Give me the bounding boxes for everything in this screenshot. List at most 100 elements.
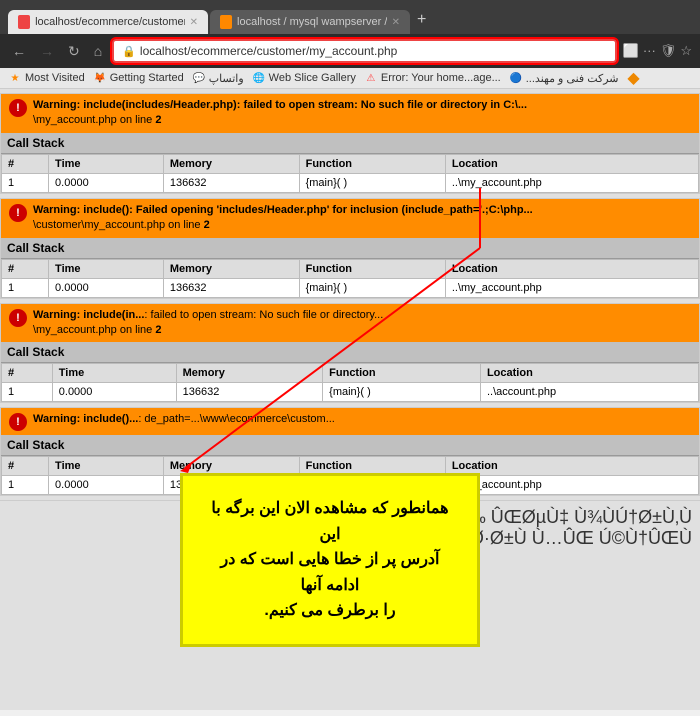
error-header-3: ! Warning: include(in...: failed to open… [1,304,699,343]
cell-memory: 136632 [163,173,299,192]
whatsapp-icon: 💬 [192,71,206,85]
popup-text: همانطور که مشاهده الان این برگه با این آ… [203,496,457,624]
forward-button[interactable]: → [36,41,58,61]
bookmark-getting-started[interactable]: 🦊 Getting Started [93,71,184,85]
bookmark-error[interactable]: ⚠ Error: Your home...age... [364,71,501,85]
shield-icon[interactable]: 🛡 [660,43,677,59]
new-tab-button[interactable]: + [412,6,431,34]
star-icon[interactable]: ☆ [680,43,692,59]
menu-icon[interactable]: ··· [643,43,656,59]
web-slice-icon: 🌐 [252,71,266,85]
error-block-1: ! Warning: include(includes/Header.php):… [0,93,700,194]
cell-time: 0.0000 [49,278,164,297]
getting-started-icon: 🦊 [93,71,107,85]
page-content: ! Warning: include(includes/Header.php):… [0,89,700,710]
col-location-3: Location [480,364,698,383]
bookmark-whatsapp[interactable]: 💬 واتساپ [192,71,244,85]
error-bm-icon: ⚠ [364,71,378,85]
callstack-label-3: Call Stack [1,342,699,363]
popup-line1: همانطور که مشاهده الان این برگه با این [211,500,448,543]
tab-label-active: localhost/ecommerce/customer/m... [35,16,185,28]
error-header-1: ! Warning: include(includes/Header.php):… [1,94,699,133]
bookmark-orange[interactable]: ◆ [627,71,641,85]
col-location-1: Location [445,154,698,173]
most-visited-icon: ★ [8,71,22,85]
callstack-table-2: # Time Memory Function Location 1 0.0000… [1,259,699,298]
lock-icon: 🔒 [122,45,136,58]
cell-location: ..\account.php [480,383,698,402]
col-time-1: Time [49,154,164,173]
cell-location: ..\my_account.php [445,476,698,495]
bookmark-getting-started-label: Getting Started [110,72,184,84]
cell-time: 0.0000 [49,476,164,495]
table-row: 1 0.0000 136632 {main}( ) ..\my_account.… [2,278,699,297]
table-row: 1 0.0000 136632 {main}( ) ..\account.php [2,383,699,402]
col-hash-3: # [2,364,53,383]
col-time-3: Time [52,364,176,383]
cell-function: {main}( ) [299,278,445,297]
callstack-label-2: Call Stack [1,238,699,259]
error-icon-1: ! [9,99,27,117]
back-button[interactable]: ← [8,41,30,61]
error-icon-4: ! [9,413,27,431]
col-function-1: Function [299,154,445,173]
address-row: ← → ↻ ⌂ 🔒 localhost/ecommerce/customer/m… [0,34,700,68]
col-memory-1: Memory [163,154,299,173]
error-block-2: ! Warning: include(): Failed opening 'in… [0,198,700,299]
col-time-2: Time [49,259,164,278]
error-header-2: ! Warning: include(): Failed opening 'in… [1,199,699,238]
cell-function: {main}( ) [323,383,481,402]
error-header-4: ! Warning: include()...: de_path=...\www… [1,408,699,435]
error-icon-2: ! [9,204,27,222]
error-block-3: ! Warning: include(in...: failed to open… [0,303,700,404]
cell-location: ..\my_account.php [445,278,698,297]
callstack-table-3: # Time Memory Function Location 1 0.0000… [1,363,699,402]
tab-label-inactive: localhost / mysql wampserver / ec... [237,16,387,28]
orange-icon: ◆ [627,71,641,85]
callstack-label-4: Call Stack [1,435,699,456]
cell-num: 1 [2,173,49,192]
page-wrapper: ! Warning: include(includes/Header.php):… [0,93,700,555]
bookmarks-bar: ★ Most Visited 🦊 Getting Started 💬 واتسا… [0,68,700,89]
home-button[interactable]: ⌂ [90,41,106,61]
col-location-4: Location [445,457,698,476]
tab-favicon-active [18,15,30,29]
company-icon: 🔵 [509,71,523,85]
browser-chrome: localhost/ecommerce/customer/m... ✕ loca… [0,0,700,34]
bookmark-web-slice[interactable]: 🌐 Web Slice Gallery [252,71,356,85]
cell-num: 1 [2,278,49,297]
error-message-4: Warning: include()...: de_path=...\www\e… [33,412,335,427]
cell-location: ..\my_account.php [445,173,698,192]
tab-close-inactive[interactable]: ✕ [392,17,400,28]
error-message-2: Warning: include(): Failed opening 'incl… [33,203,533,234]
tab-favicon-inactive [220,15,232,29]
error-message-3: Warning: include(in...: failed to open s… [33,308,383,339]
bookmark-most-visited-label: Most Visited [25,72,85,84]
tab-bar: localhost/ecommerce/customer/m... ✕ loca… [8,6,692,34]
yellow-popup: همانطور که مشاهده الان این برگه با این آ… [180,473,480,647]
tab-close-active[interactable]: ✕ [190,17,198,28]
callstack-table-1: # Time Memory Function Location 1 0.0000… [1,154,699,193]
cell-num: 1 [2,383,53,402]
address-text: localhost/ecommerce/customer/my_account.… [140,44,397,58]
col-memory-2: Memory [163,259,299,278]
bookmark-web-slice-label: Web Slice Gallery [269,72,356,84]
tab-inactive[interactable]: localhost / mysql wampserver / ec... ✕ [210,10,410,34]
page-icon[interactable]: ⬜ [623,43,639,59]
bookmark-company[interactable]: 🔵 شرکت فنی و مهند... [509,71,619,85]
col-hash-2: # [2,259,49,278]
bookmark-most-visited[interactable]: ★ Most Visited [8,71,85,85]
table-row: 1 0.0000 136632 {main}( ) ..\my_account.… [2,173,699,192]
bookmark-whatsapp-label: واتساپ [209,72,244,85]
col-location-2: Location [445,259,698,278]
popup-line2: آدرس پر از خطا هایی است که در ادامه آنها [221,551,440,594]
bookmark-error-label: Error: Your home...age... [381,72,501,84]
cell-memory: 136632 [163,278,299,297]
cell-time: 0.0000 [52,383,176,402]
tab-active[interactable]: localhost/ecommerce/customer/m... ✕ [8,10,208,34]
address-bar[interactable]: 🔒 localhost/ecommerce/customer/my_accoun… [112,39,616,63]
cell-num: 1 [2,476,49,495]
refresh-button[interactable]: ↻ [64,41,84,62]
callstack-label-1: Call Stack [1,133,699,154]
col-hash-1: # [2,154,49,173]
